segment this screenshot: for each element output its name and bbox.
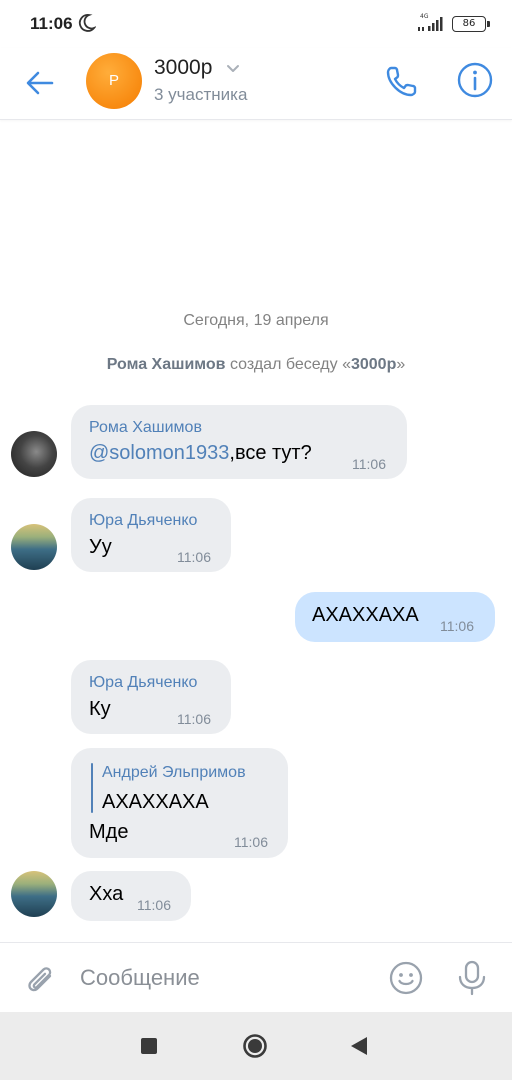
service-author[interactable]: Рома Хашимов — [107, 356, 226, 373]
home-icon[interactable] — [242, 1033, 268, 1059]
chat-avatar[interactable]: Р — [86, 53, 142, 109]
message-time: 11:06 — [137, 897, 171, 913]
microphone-icon[interactable] — [454, 959, 490, 997]
message-text-body: ,все тут? — [229, 442, 312, 464]
message-bubble[interactable]: Хха 11:06 — [71, 871, 191, 921]
emoji-icon[interactable] — [388, 960, 424, 996]
message-bubble[interactable]: Юра Дьяченко Уу 11:06 — [71, 498, 231, 572]
message-text: АХАХХАХА — [312, 604, 419, 626]
service-close-quote: » — [396, 356, 406, 373]
paperclip-icon[interactable] — [22, 960, 58, 996]
message-time: 11:06 — [352, 456, 386, 472]
message-time: 11:06 — [177, 711, 211, 727]
message-sender[interactable]: Юра Дьяченко — [89, 674, 197, 692]
recent-apps-icon[interactable] — [141, 1038, 157, 1054]
system-nav-bar — [0, 1012, 512, 1080]
date-separator: Сегодня, 19 апреля — [183, 312, 329, 329]
status-time: 11:06 — [30, 14, 73, 33]
mention-link[interactable]: @solomon1933 — [89, 442, 229, 464]
status-bar: 11:06 4G 86 — [0, 0, 512, 48]
battery-tip — [487, 21, 490, 27]
reply-quote-text[interactable]: АХАХХАХА — [102, 791, 209, 814]
message-time: 11:06 — [234, 834, 268, 850]
service-chat-name: 3000р — [350, 356, 397, 373]
nav-back-icon[interactable] — [350, 1036, 368, 1056]
message-sender[interactable]: Юра Дьяченко — [89, 512, 197, 530]
service-action: создал беседу « — [225, 356, 351, 373]
chevron-down-icon[interactable] — [224, 61, 242, 75]
message-bubble[interactable]: Рома Хашимов @solomon1933,все тут? 11:06 — [71, 405, 407, 479]
chat-header: Р 3000р 3 участника — [0, 48, 512, 120]
outgoing-message-bubble[interactable]: АХАХХАХА 11:06 — [295, 592, 495, 642]
battery-level: 86 — [462, 18, 476, 29]
info-icon[interactable] — [456, 61, 494, 99]
moon-icon — [78, 14, 96, 32]
reply-quote-bar — [91, 763, 93, 813]
chat-title[interactable]: 3000р — [154, 56, 212, 80]
chat-member-count[interactable]: 3 участника — [154, 85, 247, 105]
message-bubble[interactable]: Юра Дьяченко Ку 11:06 — [71, 660, 231, 734]
message-input[interactable]: Сообщение — [80, 959, 370, 997]
message-text: Хха — [89, 883, 124, 905]
back-arrow-icon[interactable] — [22, 65, 58, 101]
message-bubble[interactable]: Андрей Эльпримов АХАХХАХА Мде 11:06 — [71, 748, 288, 858]
signal-icon: 4G — [416, 13, 446, 33]
reply-quote-author[interactable]: Андрей Эльпримов — [102, 764, 246, 782]
service-message: Рома Хашимов создал беседу «3000р» — [0, 356, 512, 374]
message-time: 11:06 — [440, 618, 474, 634]
message-input-bar: Сообщение — [0, 942, 512, 1012]
phone-icon[interactable] — [382, 63, 420, 101]
message-text: Ку — [89, 698, 111, 720]
message-text: @solomon1933,все тут? — [89, 442, 312, 465]
battery-icon: 86 — [452, 16, 486, 32]
message-text: Уу — [89, 536, 112, 558]
message-text: Мде — [89, 821, 129, 843]
message-sender[interactable]: Рома Хашимов — [89, 419, 202, 437]
avatar-yura[interactable] — [11, 871, 57, 917]
message-time: 11:06 — [177, 549, 211, 565]
avatar-yura[interactable] — [11, 524, 57, 570]
avatar-roma[interactable] — [11, 431, 57, 477]
